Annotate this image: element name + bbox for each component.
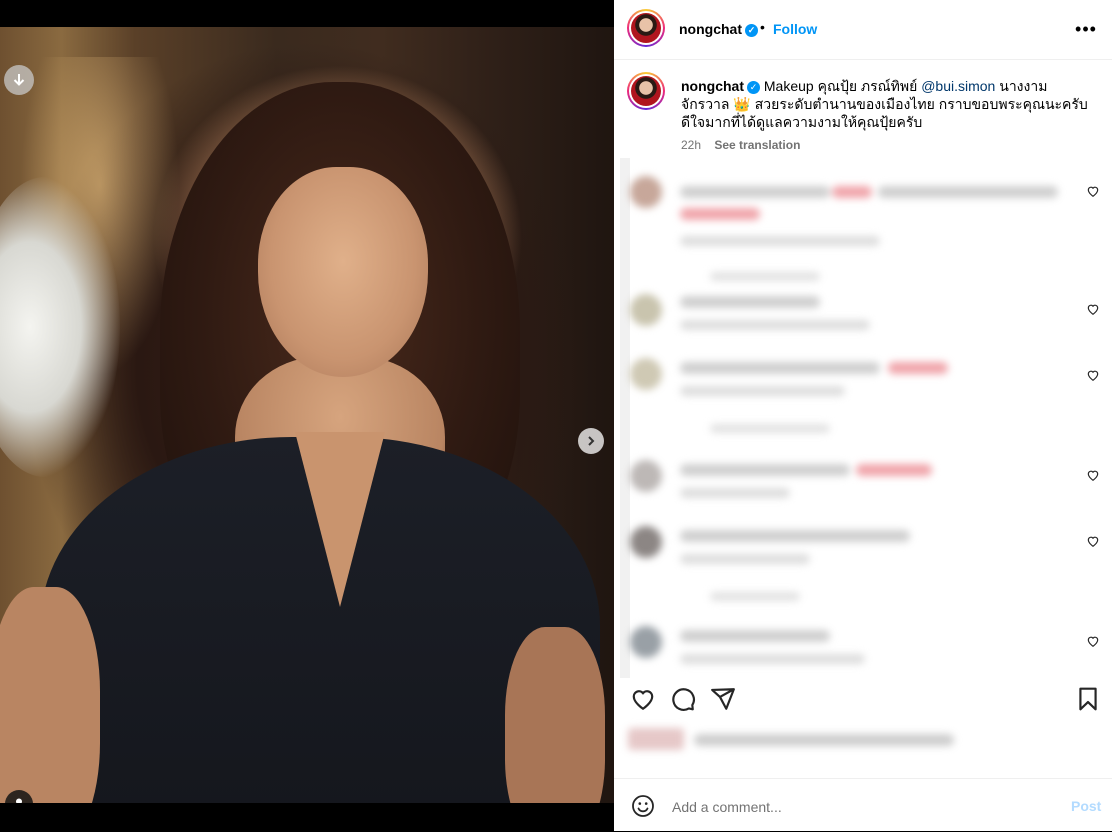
chevron-right-icon <box>588 436 595 446</box>
comment-like-heart-icon[interactable] <box>1086 468 1100 482</box>
portrait-neckline <box>295 432 385 607</box>
arrow-down-icon <box>13 74 25 86</box>
caption-text-1: Makeup คุณปุ้ย ภรณ์ทิพย์ <box>763 78 922 94</box>
see-translation-button[interactable]: See translation <box>714 138 800 152</box>
like-heart-icon[interactable] <box>630 686 656 712</box>
post-caption: nongchat ✓ Makeup คุณปุ้ย ภรณ์ทิพย์ @bui.… <box>681 77 1091 131</box>
next-slide-button[interactable] <box>578 428 604 454</box>
comment-like-heart-icon[interactable] <box>1086 368 1100 382</box>
comment-like-heart-icon[interactable] <box>1086 534 1100 548</box>
comment-like-heart-icon[interactable] <box>1086 184 1100 198</box>
author-avatar[interactable] <box>627 9 665 47</box>
likes-summary-blurred <box>624 722 964 756</box>
verified-badge-icon: ✓ <box>745 23 758 37</box>
comment-like-heart-icon[interactable] <box>1086 634 1100 648</box>
add-comment-bar: Post <box>614 778 1112 832</box>
caption-username[interactable]: nongchat <box>681 78 744 94</box>
post-header: nongchat ✓ • Follow ••• <box>614 0 1112 60</box>
comment-bubble-icon[interactable] <box>670 686 696 712</box>
caption-meta: 22h See translation <box>681 138 800 152</box>
comment-input[interactable] <box>670 795 1034 819</box>
verified-badge-icon: ✓ <box>747 80 760 94</box>
portrait-arm-right <box>505 627 605 803</box>
comments-list-blurred <box>620 158 1070 678</box>
share-send-icon[interactable] <box>710 686 736 712</box>
separator-dot: • <box>760 19 765 35</box>
emoji-smiley-icon[interactable] <box>631 794 655 818</box>
post-side-panel: nongchat ✓ • Follow ••• nongchat ✓ Makeup … <box>614 0 1112 831</box>
post-media-image[interactable] <box>0 27 614 803</box>
portrait-face <box>258 167 428 377</box>
caption-author-avatar[interactable] <box>627 72 665 110</box>
comment-like-heart-icon[interactable] <box>1086 302 1100 316</box>
save-bookmark-icon[interactable] <box>1075 686 1101 712</box>
caption-mention-link[interactable]: @bui.simon <box>921 78 995 94</box>
user-icon <box>16 798 22 803</box>
portrait-arm-left <box>0 587 100 803</box>
download-button[interactable] <box>4 65 34 95</box>
post-action-bar <box>614 680 1112 720</box>
follow-button[interactable]: Follow <box>773 21 817 37</box>
more-options-icon[interactable]: ••• <box>1074 17 1098 41</box>
author-username[interactable]: nongchat ✓ <box>679 21 758 37</box>
post-comment-button[interactable]: Post <box>1071 798 1101 814</box>
post-timestamp[interactable]: 22h <box>681 138 701 152</box>
